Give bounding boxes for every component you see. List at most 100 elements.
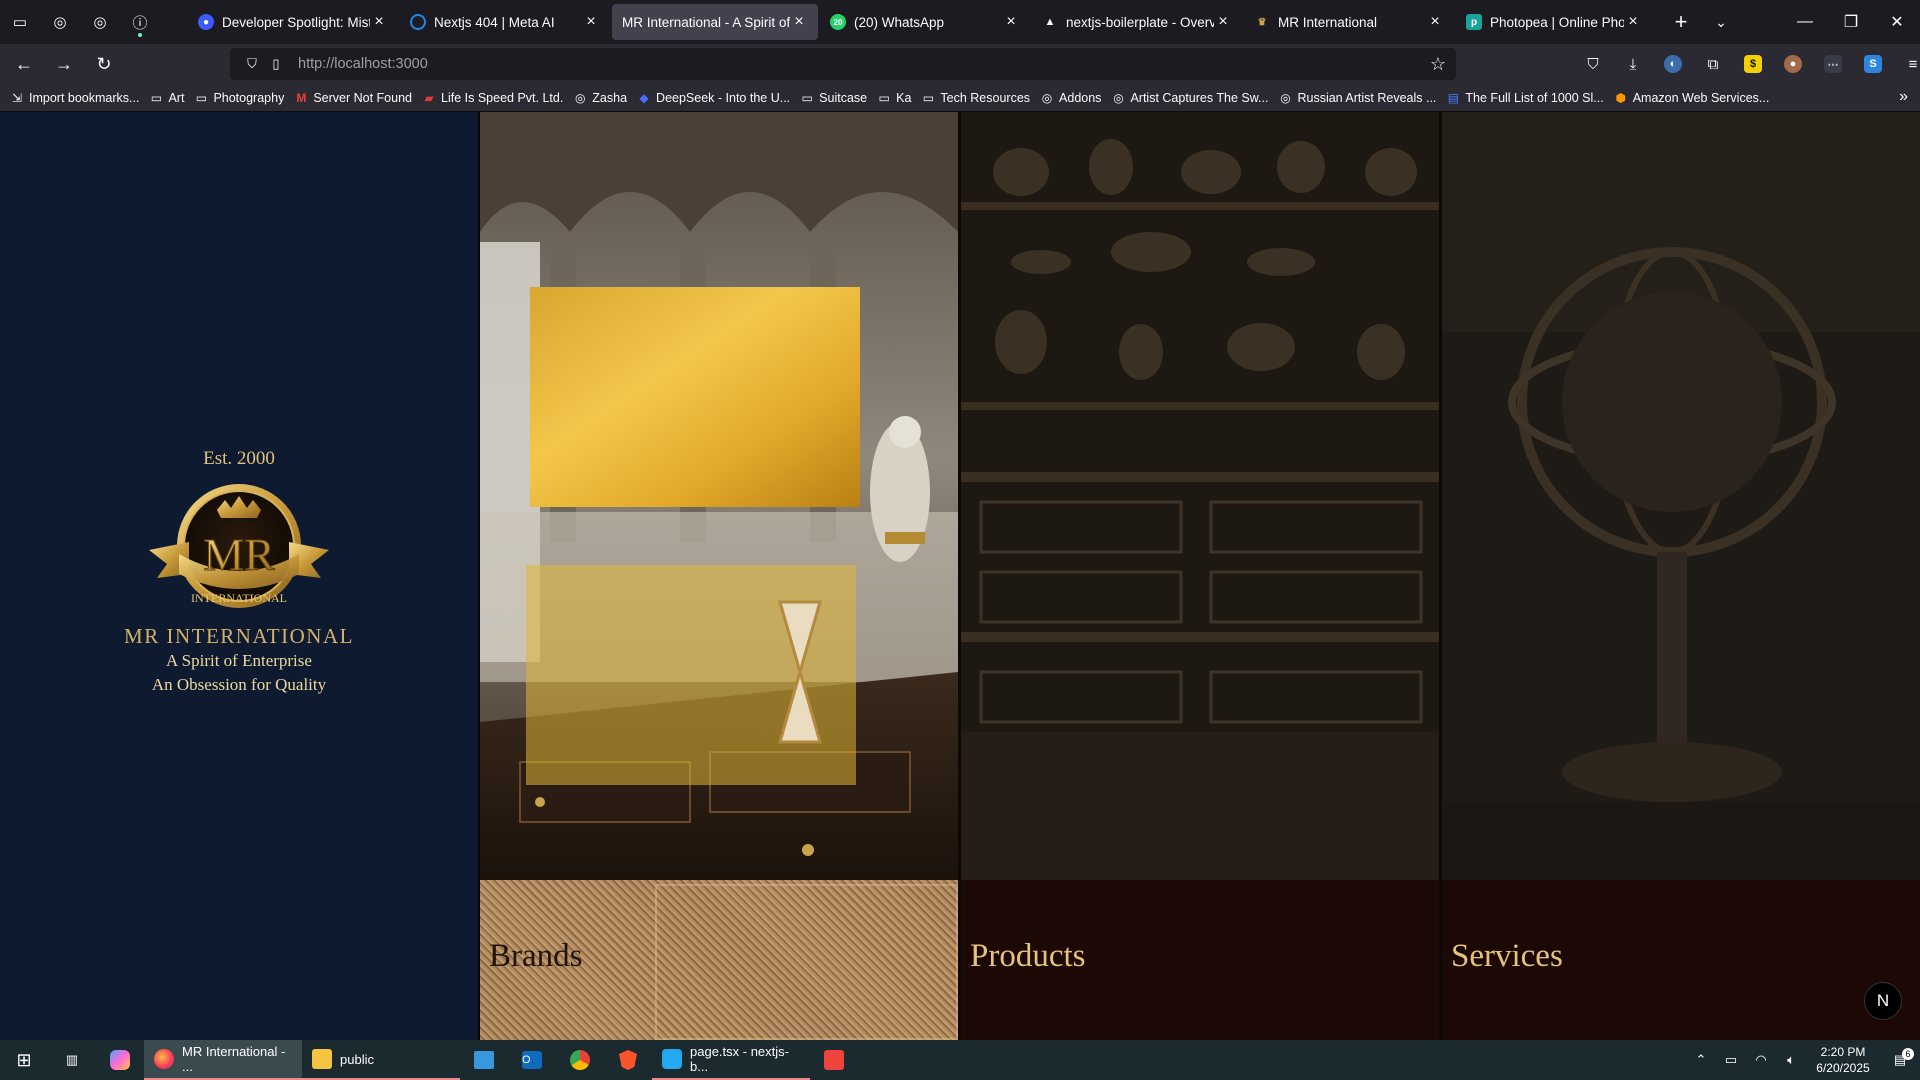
vercel-icon: ▲ (1044, 16, 1056, 28)
close-icon[interactable]: × (1214, 13, 1232, 31)
bookmark-item[interactable]: ▭ Suitcase (800, 91, 867, 105)
windows-start-icon[interactable]: ⊞ (0, 1040, 48, 1080)
reload-icon[interactable]: ↻ (86, 48, 122, 80)
address-bar[interactable]: ⛉ ▯ http://localhost:3000 ☆ (230, 48, 1456, 80)
bookmark-item[interactable]: ◆ DeepSeek - Into the U... (637, 91, 790, 105)
brave-icon[interactable] (604, 1040, 652, 1080)
toolbar-extensions: ⛉ ⤓ ◐ ⧉ $ ● ⋯ S ≡ (1573, 44, 1920, 84)
tab-meta-ai[interactable]: Nextjs 404 | Meta AI × (400, 4, 610, 40)
tab-developer-spotlight[interactable]: ● Developer Spotlight: MisterP × (188, 4, 398, 40)
photopea-icon: p (1466, 14, 1482, 30)
extension-dots-icon[interactable]: ⋯ (1813, 44, 1853, 84)
notification-icon[interactable]: ▤ 6 (1880, 1048, 1920, 1068)
bookmark-item[interactable]: ▤ The Full List of 1000 Sl... (1446, 90, 1604, 105)
clock[interactable]: 2:20 PM 6/20/2025 (1806, 1044, 1880, 1076)
outlook-icon[interactable]: O (508, 1040, 556, 1080)
brands-label[interactable]: Brands (489, 938, 583, 975)
shield-icon[interactable]: ⛉ (240, 56, 264, 72)
bookmark-item[interactable]: ◎ Artist Captures The Sw... (1111, 91, 1268, 105)
download-icon[interactable]: ⤓ (1613, 44, 1653, 84)
url-port: :3000 (391, 56, 428, 72)
info-icon[interactable]: ⓘ (120, 2, 160, 42)
doc-icon: ▤ (1447, 90, 1460, 105)
minimize-icon[interactable]: — (1782, 0, 1828, 44)
bookmark-star-icon[interactable]: ☆ (1430, 54, 1446, 75)
chevron-down-icon[interactable]: ⌄ (1705, 6, 1737, 38)
forward-arrow-icon[interactable]: → (46, 48, 82, 80)
close-icon[interactable]: × (1002, 13, 1020, 31)
volume-icon[interactable]: 🔈︎ (1776, 1052, 1806, 1068)
restore-icon[interactable]: ❐ (1828, 0, 1874, 44)
products-label[interactable]: Products (970, 938, 1086, 975)
bookmark-label: Addons (1059, 90, 1102, 105)
pocket-icon[interactable]: ⛉ (1573, 44, 1613, 84)
bookmark-item[interactable]: ▭ Tech Resources (921, 91, 1030, 105)
tab-photopea[interactable]: p Photopea | Online Photo Edit × (1456, 4, 1652, 40)
url-text: http://localhost:3000 (298, 56, 428, 72)
bookmark-item[interactable]: ⇲ Import bookmarks... (10, 91, 139, 105)
copilot-icon[interactable] (96, 1040, 144, 1080)
back-arrow-icon[interactable]: ← (6, 48, 42, 80)
ms-store-icon[interactable] (460, 1040, 508, 1080)
firefox-view-icon[interactable]: ▭ (0, 2, 40, 42)
products-section[interactable]: Products (961, 112, 1439, 1040)
bookmark-label: Zasha (592, 90, 628, 105)
bookmark-label: Server Not Found (313, 90, 412, 105)
new-tab-plus-icon[interactable]: + (1665, 6, 1697, 38)
bookmark-label: Ka (896, 90, 912, 105)
nextjs-dev-badge[interactable]: N (1864, 982, 1902, 1020)
tab-title: (20) WhatsApp (854, 14, 945, 30)
task-view-icon[interactable]: ▥ (48, 1040, 96, 1080)
bookmark-label: Life Is Speed Pvt. Ltd. (441, 90, 564, 105)
close-window-icon[interactable]: ✕ (1874, 0, 1920, 44)
anydesk-icon[interactable] (810, 1040, 858, 1080)
globe-icon: ◎ (575, 90, 586, 105)
bookmark-item[interactable]: ◎ Russian Artist Reveals ... (1278, 91, 1436, 105)
taskbar-vscode-app[interactable]: page.tsx - nextjs-b... (652, 1040, 810, 1080)
bookmarks-toolbar: ⇲ Import bookmarks... ▭ Art ▭ Photography M… (0, 84, 1920, 112)
clock-time: 2:20 PM (1820, 1045, 1866, 1059)
globe-icon[interactable]: ◎ (80, 2, 120, 42)
clock-date: 6/20/2025 (1816, 1061, 1870, 1075)
services-section[interactable]: Services N (1442, 112, 1920, 1040)
battery-icon[interactable]: ▭ (1716, 1052, 1746, 1068)
menu-hamburger-icon[interactable]: ≡ (1893, 44, 1920, 84)
bookmarks-overflow-icon[interactable]: » (1899, 88, 1908, 106)
extensions-icon[interactable]: ⧉ (1693, 44, 1733, 84)
tab-mr-international-active[interactable]: MR International - A Spirit of Ente × (612, 4, 818, 40)
close-icon[interactable]: × (582, 13, 600, 31)
close-icon[interactable]: × (790, 13, 808, 31)
brands-section[interactable]: Brands (480, 112, 958, 1040)
taskbar-explorer-app[interactable]: public (302, 1040, 460, 1080)
close-icon[interactable]: × (370, 13, 388, 31)
wifi-icon[interactable]: ◠ (1746, 1052, 1776, 1068)
extension-avatar-icon[interactable]: ● (1773, 44, 1813, 84)
chrome-icon[interactable] (556, 1040, 604, 1080)
close-icon[interactable]: × (1624, 13, 1642, 31)
emblem-ribbon-text: INTERNATIONAL (191, 591, 287, 605)
bookmark-item[interactable]: M Server Not Found (294, 91, 412, 105)
globe-icon[interactable]: ◎ (40, 2, 80, 42)
account-icon[interactable]: ◐ (1653, 44, 1693, 84)
bookmark-item[interactable]: ▰ Life Is Speed Pvt. Ltd. (422, 91, 563, 105)
extension-s-blue-icon[interactable]: S (1853, 44, 1893, 84)
services-label[interactable]: Services (1451, 938, 1563, 975)
established-text: Est. 2000 (203, 448, 275, 469)
firefox-icon (154, 1049, 174, 1069)
bookmark-item[interactable]: ◎ Zasha (573, 91, 627, 105)
bookmark-label: The Full List of 1000 Sl... (1465, 90, 1604, 105)
tabs-list: ● Developer Spotlight: MisterP × Nextjs … (188, 0, 1654, 44)
close-icon[interactable]: × (1426, 13, 1444, 31)
taskbar-firefox-app[interactable]: MR International - ... (144, 1040, 302, 1080)
bookmark-item[interactable]: ▭ Ka (877, 91, 911, 105)
bookmark-item[interactable]: ▭ Photography (194, 91, 285, 105)
tab-whatsapp[interactable]: 20 (20) WhatsApp × (820, 4, 1030, 40)
extension-s-icon[interactable]: $ (1733, 44, 1773, 84)
bookmark-item[interactable]: ◎ Addons (1040, 90, 1102, 105)
bookmark-item[interactable]: ⬢ Amazon Web Services... (1614, 91, 1769, 105)
tab-vercel[interactable]: ▲ nextjs-boilerplate - Overview × (1032, 4, 1242, 40)
chevron-up-icon[interactable]: ⌃ (1686, 1052, 1716, 1068)
tab-mr-international[interactable]: ♛ MR International × (1244, 4, 1454, 40)
tab-title: MR International (1278, 14, 1378, 30)
bookmark-item[interactable]: ▭ Art (149, 91, 185, 105)
